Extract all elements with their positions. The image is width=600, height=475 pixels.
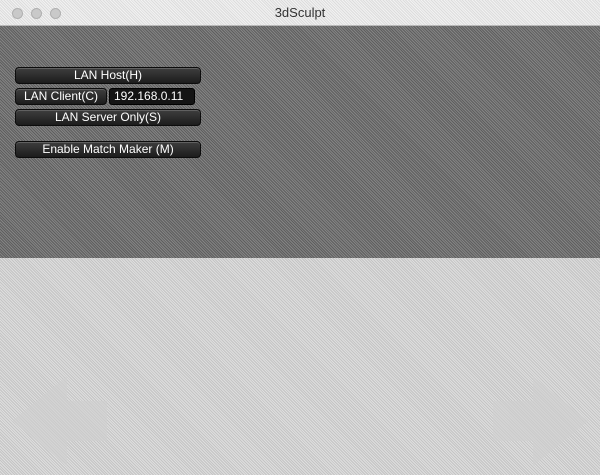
arrow-right-icon[interactable] (493, 376, 588, 466)
lan-server-only-button[interactable]: LAN Server Only(S) (15, 109, 201, 126)
arrow-left-icon[interactable] (12, 376, 107, 466)
lan-client-button[interactable]: LAN Client(C) (15, 88, 107, 105)
server-address-input[interactable]: 192.168.0.11 (109, 88, 195, 105)
window-titlebar[interactable]: 3dSculpt (0, 0, 600, 26)
lan-host-button[interactable]: LAN Host(H) (15, 67, 201, 84)
enable-match-maker-button[interactable]: Enable Match Maker (M) (15, 141, 201, 158)
game-viewport-bottom (0, 258, 600, 475)
window-title: 3dSculpt (274, 5, 326, 20)
